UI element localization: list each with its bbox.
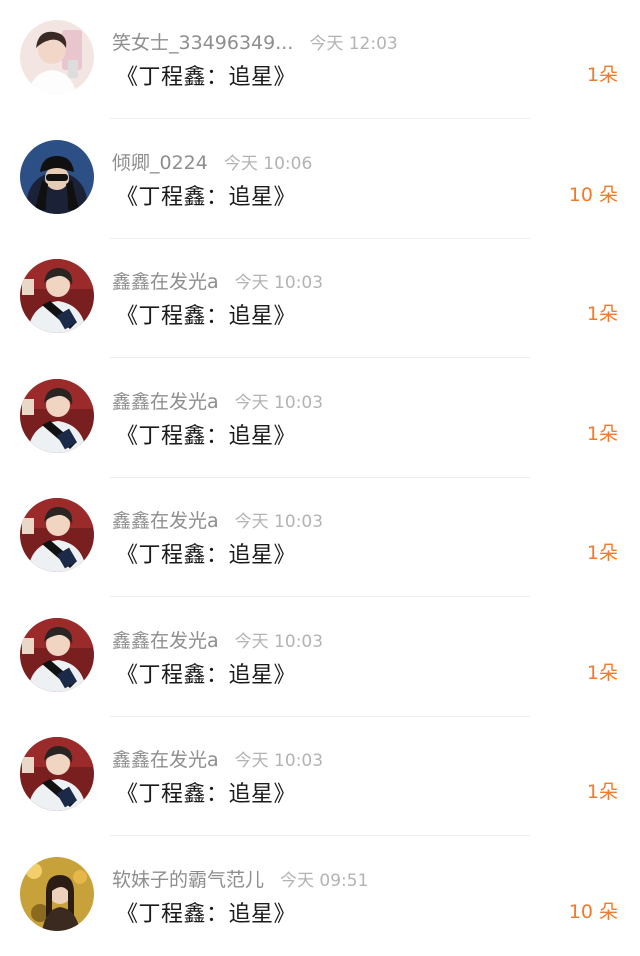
avatar[interactable] <box>20 140 94 214</box>
item-meta: 鑫鑫在发光a 今天 10:03 <box>112 506 324 532</box>
item-meta: 鑫鑫在发光a 今天 10:03 <box>112 745 324 771</box>
timestamp: 今天 10:03 <box>234 751 324 771</box>
avatar[interactable] <box>20 857 94 931</box>
user-name[interactable]: 软妹子的霸气范儿 <box>112 869 264 891</box>
item-title: 《丁程鑫：追星》 <box>116 185 297 210</box>
divider <box>110 357 530 358</box>
item-meta: 倾卿_0224 今天 10:06 <box>112 148 313 174</box>
list-item[interactable]: 鑫鑫在发光a 今天 10:03 《丁程鑫：追星》 1朵 <box>0 359 640 478</box>
avatar[interactable] <box>20 618 94 692</box>
timestamp: 今天 10:03 <box>234 273 324 293</box>
avatar[interactable] <box>20 379 94 453</box>
user-name[interactable]: 倾卿_0224 <box>112 152 208 174</box>
flower-count: 1朵 <box>586 303 618 325</box>
list-item[interactable]: 鑫鑫在发光a 今天 10:03 《丁程鑫：追星》 1朵 <box>0 239 640 358</box>
item-meta: 鑫鑫在发光a 今天 10:03 <box>112 626 324 652</box>
timestamp: 今天 10:03 <box>234 512 324 532</box>
user-name[interactable]: 鑫鑫在发光a <box>112 749 219 771</box>
flower-count: 10 朵 <box>568 184 618 206</box>
item-meta: 鑫鑫在发光a 今天 10:03 <box>112 387 324 413</box>
avatar[interactable] <box>20 259 94 333</box>
item-title: 《丁程鑫：追星》 <box>116 902 297 927</box>
divider <box>110 596 530 597</box>
item-title: 《丁程鑫：追星》 <box>116 65 297 90</box>
avatar[interactable] <box>20 20 94 94</box>
timestamp: 今天 12:03 <box>309 34 398 54</box>
user-name[interactable]: 笑女士_33496349... <box>112 32 293 54</box>
item-title: 《丁程鑫：追星》 <box>116 782 297 807</box>
user-name[interactable]: 鑫鑫在发光a <box>112 630 219 652</box>
list-item[interactable]: 软妹子的霸气范儿 今天 09:51 《丁程鑫：追星》 10 朵 <box>0 837 640 956</box>
list-item[interactable]: 倾卿_0224 今天 10:06 《丁程鑫：追星》 10 朵 <box>0 120 640 239</box>
item-title: 《丁程鑫：追星》 <box>116 424 297 449</box>
item-meta: 笑女士_33496349... 今天 12:03 <box>112 28 398 54</box>
divider <box>110 835 530 836</box>
timestamp: 今天 10:06 <box>223 154 313 174</box>
timestamp: 今天 10:03 <box>234 632 324 652</box>
list-item[interactable]: 鑫鑫在发光a 今天 10:03 《丁程鑫：追星》 1朵 <box>0 478 640 597</box>
flower-count: 1朵 <box>586 64 618 86</box>
gift-record-list: 笑女士_33496349... 今天 12:03 《丁程鑫：追星》 1朵 倾卿_022… <box>0 0 640 944</box>
item-meta: 鑫鑫在发光a 今天 10:03 <box>112 267 324 293</box>
flower-count: 1朵 <box>586 542 618 564</box>
item-title: 《丁程鑫：追星》 <box>116 663 297 688</box>
user-name[interactable]: 鑫鑫在发光a <box>112 510 219 532</box>
divider <box>110 118 530 119</box>
user-name[interactable]: 鑫鑫在发光a <box>112 391 219 413</box>
item-title: 《丁程鑫：追星》 <box>116 543 297 568</box>
timestamp: 今天 09:51 <box>280 871 369 891</box>
item-meta: 软妹子的霸气范儿 今天 09:51 <box>112 865 369 891</box>
list-item[interactable]: 鑫鑫在发光a 今天 10:03 《丁程鑫：追星》 1朵 <box>0 598 640 717</box>
timestamp: 今天 10:03 <box>234 393 324 413</box>
item-title: 《丁程鑫：追星》 <box>116 304 297 329</box>
list-item[interactable]: 鑫鑫在发光a 今天 10:03 《丁程鑫：追星》 1朵 <box>0 717 640 836</box>
avatar[interactable] <box>20 737 94 811</box>
flower-count: 1朵 <box>586 781 618 803</box>
avatar[interactable] <box>20 498 94 572</box>
user-name[interactable]: 鑫鑫在发光a <box>112 271 219 293</box>
list-item[interactable]: 笑女士_33496349... 今天 12:03 《丁程鑫：追星》 1朵 <box>0 0 640 119</box>
flower-count: 1朵 <box>586 423 618 445</box>
flower-count: 10 朵 <box>568 901 618 923</box>
flower-count: 1朵 <box>586 662 618 684</box>
